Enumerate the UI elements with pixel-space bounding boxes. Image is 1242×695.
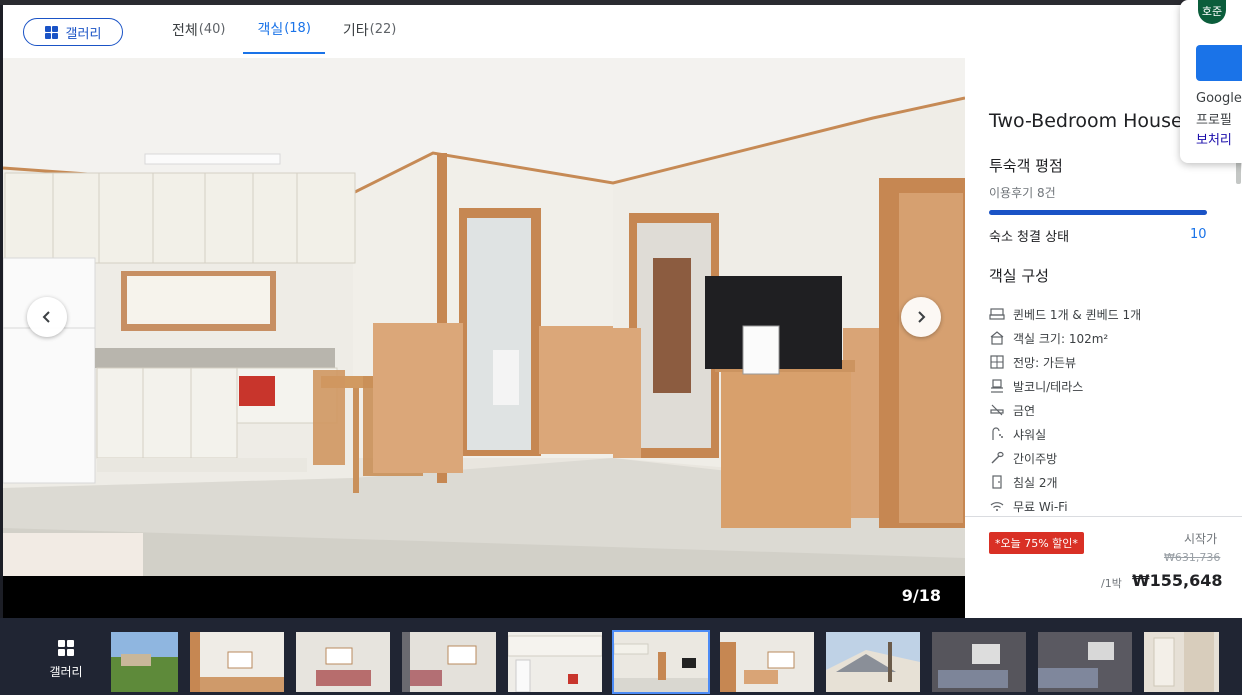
amenity-label: 전망: 가든뷰 <box>1013 355 1077 370</box>
tab-all[interactable]: 전체 (40) <box>158 5 239 54</box>
thumbnail-image <box>614 632 708 692</box>
rating-heading: 투숙객 평점 <box>989 157 1063 175</box>
amenity-label: 금연 <box>1013 403 1036 418</box>
rooms-heading: 객실 구성 <box>989 267 1049 285</box>
tab-rooms-count: (18) <box>284 21 311 36</box>
thumbnail[interactable] <box>720 632 814 692</box>
per-night-label: /1박 <box>1101 577 1122 590</box>
avatar[interactable]: 호준 <box>1198 0 1226 24</box>
current-price: ₩155,648 <box>1132 571 1223 590</box>
amenity-label: 샤워실 <box>1013 427 1047 442</box>
thumbnail-image <box>111 632 178 692</box>
chevron-left-icon <box>42 311 50 323</box>
wifi-icon <box>990 502 1004 511</box>
thumbnail[interactable] <box>296 632 390 692</box>
amenity-label: 무료 Wi-Fi <box>1013 499 1068 514</box>
thumbnail-image <box>1144 632 1219 692</box>
filmstrip-gallery-label: 갤러리 <box>49 665 83 679</box>
prev-photo-button[interactable] <box>27 297 67 337</box>
thumbnail-image <box>720 632 814 692</box>
google-account-card: 호준 Google 프로필 보처리 <box>1180 0 1242 163</box>
amenity-item: 무료 Wi-Fi <box>989 494 1141 518</box>
amenity-item: 간이주방 <box>989 446 1141 470</box>
cleanliness-label: 숙소 청결 상태 <box>989 230 1070 245</box>
filmstrip-gallery-button[interactable]: 갤러리 <box>44 640 88 680</box>
card-line-1: Google <box>1196 91 1242 106</box>
tab-all-label: 전체 <box>172 22 198 39</box>
thumbnail-image <box>296 632 390 692</box>
tab-other-label: 기타 <box>342 22 369 39</box>
thumbnail[interactable] <box>190 632 284 692</box>
from-price-label: 시작가 <box>1184 532 1218 546</box>
amenity-item: 금연 <box>989 398 1141 422</box>
balcony-icon <box>991 379 1003 393</box>
door-icon <box>992 475 1002 489</box>
photo-counter: 9/18 <box>901 586 941 605</box>
category-tabs: 전체 (40) 객실 (18) 기타 (22) <box>158 5 414 58</box>
amenity-item: 전망: 가든뷰 <box>989 350 1141 374</box>
chevron-right-icon <box>918 311 926 323</box>
discount-badge: *오늘 75% 할인* <box>989 532 1084 554</box>
thumbnail[interactable] <box>1144 632 1219 692</box>
thumbnail-image <box>1038 632 1132 692</box>
no-smoking-icon <box>990 404 1004 416</box>
tab-other[interactable]: 기타 (22) <box>329 5 410 54</box>
divider <box>965 516 1242 517</box>
amenity-label: 간이주방 <box>1013 451 1058 466</box>
amenity-item: 발코니/테라스 <box>989 374 1141 398</box>
thumbnail[interactable] <box>1038 632 1132 692</box>
gallery-header: 갤러리 전체 (40) 객실 (18) 기타 (22) <box>3 5 1242 58</box>
thumbnail-image <box>826 632 920 692</box>
amenity-label: 퀸베드 1개 & 퀸베드 1개 <box>1013 307 1142 322</box>
review-count[interactable]: 이용후기 8건 <box>989 184 1056 201</box>
shower-icon <box>992 427 1003 440</box>
thumbnail[interactable] <box>826 632 920 692</box>
thumbnail-image <box>508 632 602 692</box>
thumbnail-strip: 갤러리 <box>0 618 1242 695</box>
scrollbar-thumb[interactable] <box>1236 160 1241 184</box>
amenity-item: 퀸베드 1개 & 퀸베드 1개 <box>989 302 1141 326</box>
amenity-item: 객실 크기: 102m² <box>989 326 1141 350</box>
amenity-label: 발코니/테라스 <box>1013 379 1084 394</box>
thumbnail[interactable] <box>402 632 496 692</box>
grid-icon <box>58 640 74 656</box>
thumbnail[interactable] <box>111 632 178 692</box>
tab-rooms[interactable]: 객실 (18) <box>243 5 325 54</box>
house-icon <box>990 331 1004 345</box>
cleanliness-bar-fill <box>989 210 1207 215</box>
kitchen-icon <box>991 451 1004 464</box>
thumbnail-image <box>932 632 1026 692</box>
view-icon <box>990 355 1004 369</box>
tab-other-count: (22) <box>369 22 397 37</box>
amenity-label: 침실 2개 <box>1013 475 1058 490</box>
tab-rooms-label: 객실 <box>257 21 284 38</box>
photo-gallery-overlay: 갤러리 전체 (40) 객실 (18) 기타 (22) 9/18 Two-Bed… <box>0 0 1242 695</box>
room-title: Two-Bedroom House <box>989 110 1183 132</box>
thumbnail-image <box>190 632 284 692</box>
cleanliness-bar <box>989 210 1207 215</box>
gallery-button[interactable]: 갤러리 <box>23 18 123 46</box>
amenity-list: 퀸베드 1개 & 퀸베드 1개 객실 크기: 102m² 전망: 가든뷰 발코니… <box>989 302 1141 518</box>
main-photo <box>3 58 965 576</box>
card-link[interactable]: 보처리 <box>1196 129 1232 148</box>
thumbnail[interactable] <box>932 632 1026 692</box>
bed-icon <box>989 308 1005 320</box>
photo-caption-bar: 9/18 <box>3 576 965 618</box>
original-price: ₩631,736 <box>1164 551 1221 564</box>
account-action-button[interactable] <box>1196 45 1242 81</box>
amenity-item: 샤워실 <box>989 422 1141 446</box>
grid-icon <box>44 25 58 39</box>
thumbnail[interactable] <box>508 632 602 692</box>
card-line-2: 프로필 <box>1196 113 1232 128</box>
tab-all-count: (40) <box>198 22 226 37</box>
thumbnail-image <box>402 632 496 692</box>
next-photo-button[interactable] <box>901 297 941 337</box>
room-photo-illustration <box>3 58 965 576</box>
amenity-item: 침실 2개 <box>989 470 1141 494</box>
cleanliness-score: 10 <box>1190 227 1207 242</box>
amenity-label: 객실 크기: 102m² <box>1013 331 1109 346</box>
thumbnail-active[interactable] <box>612 630 710 694</box>
gallery-button-label: 갤러리 <box>65 26 102 42</box>
